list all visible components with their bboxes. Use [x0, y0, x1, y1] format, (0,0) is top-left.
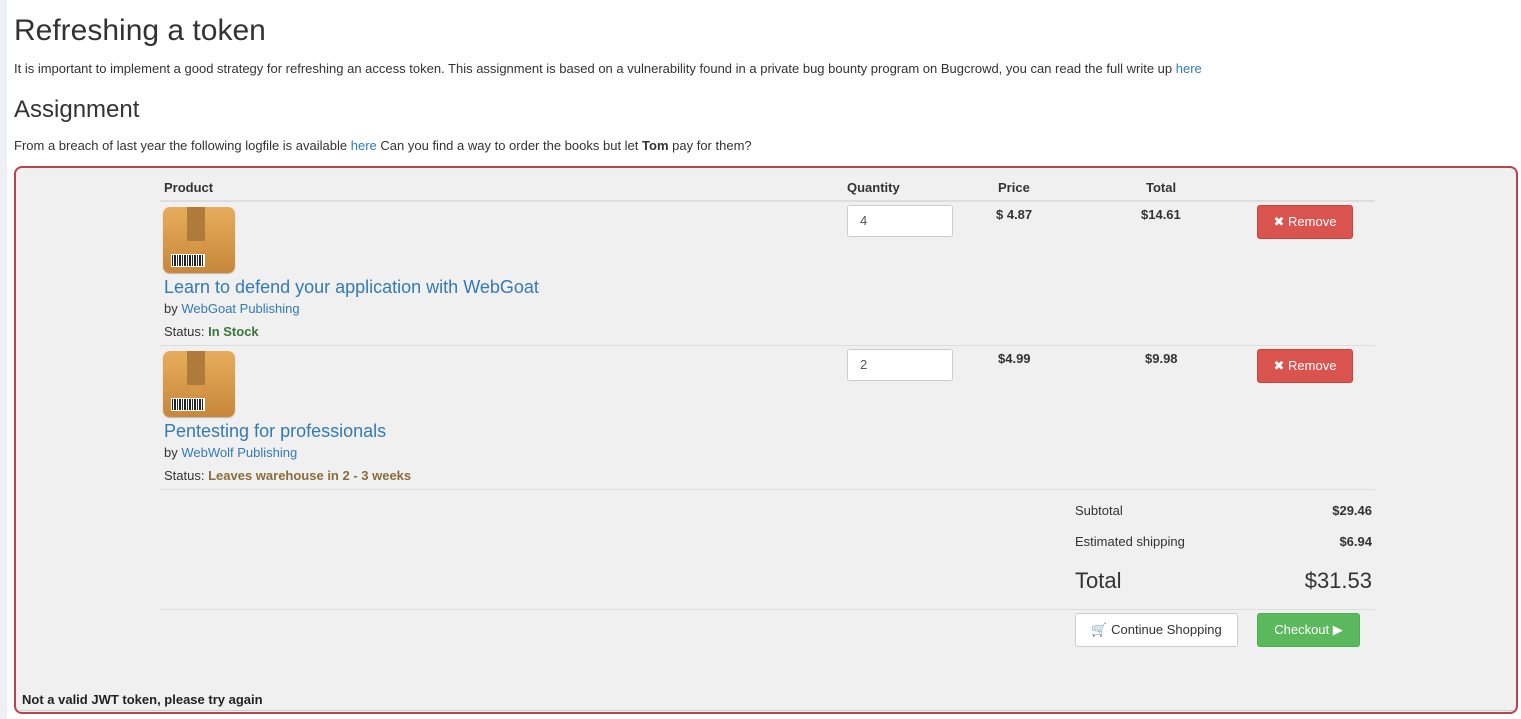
assignment-panel: Product Quantity Price Total Learn to de… — [14, 166, 1518, 714]
header-divider — [160, 200, 1375, 202]
status-label: Status: — [164, 324, 205, 339]
package-icon — [163, 207, 235, 273]
remove-label: Remove — [1288, 214, 1337, 229]
remove-label: Remove — [1288, 358, 1337, 373]
publisher-link[interactable]: WebWolf Publishing — [181, 445, 297, 460]
page-title: Refreshing a token — [14, 14, 266, 47]
header-product: Product — [164, 180, 214, 195]
shipping-label: Estimated shipping — [1075, 534, 1185, 549]
status-value: Leaves warehouse in 2 - 3 weeks — [208, 468, 412, 483]
task-text-middle: Can you find a way to order the books bu… — [380, 138, 639, 153]
logfile-link[interactable]: here — [351, 138, 377, 153]
row-divider — [160, 489, 1375, 490]
product-publisher: by WebGoat Publishing — [164, 301, 300, 316]
publisher-link[interactable]: WebGoat Publishing — [181, 301, 299, 316]
by-label: by — [164, 301, 178, 316]
feedback-divider — [20, 710, 1514, 711]
feedback-message: Not a valid JWT token, please try again — [22, 692, 263, 707]
by-label: by — [164, 445, 178, 460]
task-user-name: Tom — [642, 138, 669, 153]
header-quantity: Quantity — [847, 180, 900, 195]
play-icon: ▶ — [1332, 622, 1343, 637]
product-publisher: by WebWolf Publishing — [164, 445, 297, 460]
item-price: $4.99 — [998, 351, 1031, 366]
status-value: In Stock — [208, 324, 259, 339]
intro-text-body: It is important to implement a good stra… — [14, 61, 1173, 76]
continue-shopping-label: Continue Shopping — [1111, 622, 1222, 637]
assignment-heading: Assignment — [14, 96, 140, 123]
row-divider — [160, 345, 1375, 346]
remove-button[interactable]: ✖ Remove — [1257, 205, 1353, 239]
remove-x-icon: ✖ — [1273, 358, 1285, 373]
product-status: Status: In Stock — [164, 324, 259, 339]
writeup-link[interactable]: here — [1176, 61, 1202, 76]
checkout-label: Checkout — [1274, 622, 1330, 637]
cart-icon: 🛒 — [1091, 622, 1108, 637]
product-name-link[interactable]: Learn to defend your application with We… — [164, 277, 539, 298]
task-text-start: From a breach of last year the following… — [14, 138, 348, 153]
shipping-value: $6.94 — [1339, 534, 1372, 549]
quantity-input[interactable]: 4 — [847, 205, 953, 237]
product-name-link[interactable]: Pentesting for professionals — [164, 421, 386, 442]
grand-total-value: $31.53 — [1304, 568, 1372, 593]
remove-x-icon: ✖ — [1273, 214, 1285, 229]
task-text: From a breach of last year the following… — [14, 138, 752, 153]
header-price: Price — [998, 180, 1030, 195]
product-status: Status: Leaves warehouse in 2 - 3 weeks — [164, 468, 411, 483]
item-total: $9.98 — [1145, 351, 1178, 366]
remove-button[interactable]: ✖ Remove — [1257, 349, 1353, 383]
header-total: Total — [1146, 180, 1177, 195]
checkout-button[interactable]: Checkout ▶ — [1257, 613, 1360, 647]
package-icon — [163, 351, 235, 417]
quantity-input[interactable]: 2 — [847, 349, 953, 381]
subtotal-label: Subtotal — [1075, 503, 1123, 518]
left-edge-strip — [0, 0, 7, 719]
grand-total-label: Total — [1075, 568, 1122, 593]
task-text-end: pay for them? — [672, 138, 752, 153]
item-total: $14.61 — [1141, 207, 1181, 222]
item-price: $ 4.87 — [996, 207, 1033, 222]
intro-text: It is important to implement a good stra… — [14, 61, 1202, 76]
subtotal-value: $29.46 — [1332, 503, 1372, 518]
summary-divider — [160, 609, 1375, 610]
status-label: Status: — [164, 468, 205, 483]
continue-shopping-button[interactable]: 🛒 Continue Shopping — [1075, 613, 1238, 647]
